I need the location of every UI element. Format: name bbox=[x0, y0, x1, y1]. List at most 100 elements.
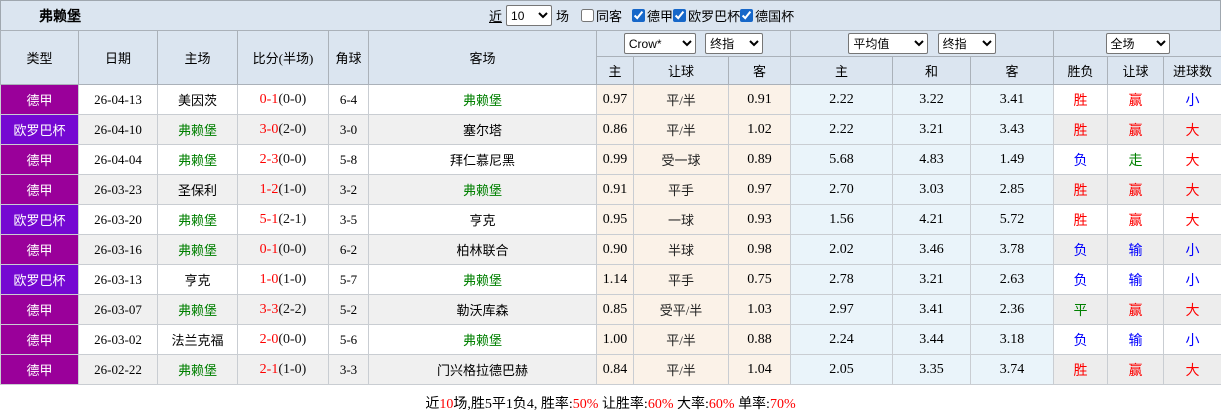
footer-stat: 10 bbox=[439, 397, 454, 412]
result-cell: 平 bbox=[1053, 294, 1109, 325]
result-cell: 负 bbox=[1053, 324, 1109, 355]
same-away-checkbox[interactable] bbox=[581, 9, 595, 22]
league-badge: 欧罗巴杯 bbox=[0, 114, 79, 145]
away-team-cell: 弗赖堡 bbox=[368, 174, 597, 205]
away-team-cell: 弗赖堡 bbox=[368, 264, 597, 295]
odds-home-cell: 0.84 bbox=[596, 354, 634, 385]
odds-handicap-cell: 平手 bbox=[633, 174, 729, 205]
recent-link[interactable]: 近 bbox=[489, 6, 502, 25]
date-cell: 26-04-10 bbox=[78, 114, 158, 145]
goals-result-cell: 小 bbox=[1163, 84, 1221, 115]
away-team-cell: 亨克 bbox=[368, 204, 597, 235]
score-cell: 3-3(2-2) bbox=[237, 294, 329, 325]
corner-cell: 5-7 bbox=[328, 264, 369, 295]
away-team-cell: 拜仁慕尼黑 bbox=[368, 144, 597, 175]
odds-home-cell: 1.14 bbox=[596, 264, 634, 295]
league-checkbox[interactable] bbox=[673, 9, 687, 22]
sub-header-result: 胜负 bbox=[1053, 56, 1109, 85]
corner-cell: 5-2 bbox=[328, 294, 369, 325]
league-checkbox[interactable] bbox=[740, 9, 754, 22]
date-cell: 26-03-07 bbox=[78, 294, 158, 325]
result-cell: 胜 bbox=[1053, 204, 1109, 235]
corner-cell: 3-0 bbox=[328, 114, 369, 145]
sub-header-handicap: 让球 bbox=[633, 56, 729, 85]
goals-result-cell: 大 bbox=[1163, 174, 1221, 205]
league-filter[interactable]: 欧罗巴杯 bbox=[673, 6, 740, 25]
matches-label: 场 bbox=[556, 9, 570, 24]
avg-home-cell: 1.56 bbox=[790, 204, 893, 235]
odds-away-cell: 0.88 bbox=[728, 324, 791, 355]
avg-home-cell: 2.24 bbox=[790, 324, 893, 355]
score-cell: 5-1(2-1) bbox=[237, 204, 329, 235]
league-badge: 德甲 bbox=[0, 324, 79, 355]
result-scope-header: 全场 bbox=[1053, 30, 1221, 57]
sub-header-goals: 进球数 bbox=[1163, 56, 1221, 85]
corner-cell: 5-6 bbox=[328, 324, 369, 355]
league-checkbox[interactable] bbox=[632, 9, 646, 22]
corner-cell: 3-2 bbox=[328, 174, 369, 205]
date-cell: 26-04-04 bbox=[78, 144, 158, 175]
match-table: 类型 日期 主场 比分(半场) 角球 客场 Crow* 终指 平均值 终指 全场 bbox=[0, 30, 1221, 385]
home-team-cell: 弗赖堡 bbox=[157, 114, 238, 145]
corner-cell: 5-8 bbox=[328, 144, 369, 175]
home-team-cell: 亨克 bbox=[157, 264, 238, 295]
avg-away-cell: 3.78 bbox=[969, 234, 1055, 265]
bookmaker-select[interactable]: Crow* bbox=[623, 33, 696, 54]
odds-away-cell: 0.97 bbox=[728, 174, 791, 205]
table-row: 德甲 26-04-13 美因茨 0-1(0-0) 6-4 弗赖堡 0.97 平/半 0.91 2.… bbox=[0, 84, 1221, 115]
avg-home-cell: 2.22 bbox=[790, 84, 893, 115]
page-title: 弗赖堡 bbox=[39, 9, 81, 25]
avg-away-cell: 2.85 bbox=[969, 174, 1055, 205]
goals-result-cell: 大 bbox=[1163, 114, 1221, 145]
odds-home-cell: 0.86 bbox=[596, 114, 634, 145]
league-badge: 德甲 bbox=[0, 84, 79, 115]
average-final-select[interactable]: 终指 bbox=[937, 33, 996, 54]
handicap-result-cell: 走 bbox=[1107, 144, 1165, 175]
date-cell: 26-02-22 bbox=[78, 354, 158, 385]
odds-handicap-cell: 平手 bbox=[633, 264, 729, 295]
handicap-result-cell: 输 bbox=[1107, 234, 1165, 265]
date-cell: 26-04-13 bbox=[78, 84, 158, 115]
odds-source-header: Crow* 终指 bbox=[596, 30, 791, 57]
filter-controls: 近 10 场 同客 德甲 欧罗巴杯 德国杯 bbox=[489, 1, 798, 30]
footer-stat: 让胜率: bbox=[598, 397, 648, 412]
corner-cell: 3-3 bbox=[328, 354, 369, 385]
average-select[interactable]: 平均值 bbox=[848, 33, 929, 54]
handicap-result-cell: 赢 bbox=[1107, 84, 1165, 115]
score-cell: 0-1(0-0) bbox=[237, 84, 329, 115]
avg-home-cell: 2.97 bbox=[790, 294, 893, 325]
odds-final-select[interactable]: 终指 bbox=[705, 33, 764, 54]
handicap-result-cell: 赢 bbox=[1107, 204, 1165, 235]
avg-draw-cell: 3.22 bbox=[892, 84, 971, 115]
score-cell: 2-0(0-0) bbox=[237, 324, 329, 355]
away-team-cell: 柏林联合 bbox=[368, 234, 597, 265]
recent-count-select[interactable]: 10 bbox=[506, 5, 553, 26]
odds-away-cell: 0.75 bbox=[728, 264, 791, 295]
odds-away-cell: 0.93 bbox=[728, 204, 791, 235]
odds-home-cell: 0.90 bbox=[596, 234, 634, 265]
league-filters: 德甲 欧罗巴杯 德国杯 bbox=[632, 6, 794, 25]
average-odds-header: 平均值 终指 bbox=[789, 30, 1055, 57]
score-cell: 2-3(0-0) bbox=[237, 144, 329, 175]
avg-draw-cell: 4.21 bbox=[892, 204, 971, 235]
league-badge: 德甲 bbox=[0, 234, 79, 265]
sub-header-avg-draw: 和 bbox=[892, 56, 971, 85]
odds-handicap-cell: 平/半 bbox=[633, 354, 729, 385]
home-team-cell: 法兰克福 bbox=[157, 324, 238, 355]
league-filter[interactable]: 德甲 bbox=[632, 6, 673, 25]
scope-select[interactable]: 全场 bbox=[1105, 33, 1170, 54]
handicap-result-cell: 赢 bbox=[1107, 174, 1165, 205]
table-row: 德甲 26-02-22 弗赖堡 2-1(1-0) 3-3 门兴格拉德巴赫 0.84 平/半 1.… bbox=[0, 354, 1221, 385]
league-filter[interactable]: 德国杯 bbox=[740, 6, 794, 25]
odds-handicap-cell: 平/半 bbox=[633, 84, 729, 115]
away-team-cell: 弗赖堡 bbox=[368, 324, 597, 355]
col-header-date: 日期 bbox=[78, 30, 158, 85]
date-cell: 26-03-16 bbox=[78, 234, 158, 265]
col-header-away: 客场 bbox=[368, 30, 597, 85]
same-away-filter[interactable]: 同客 bbox=[581, 6, 622, 25]
result-cell: 负 bbox=[1053, 234, 1109, 265]
avg-draw-cell: 3.46 bbox=[892, 234, 971, 265]
date-cell: 26-03-13 bbox=[78, 264, 158, 295]
match-history-panel: 弗赖堡 近 10 场 同客 德甲 欧罗巴杯 德国杯 类型 日期 主场 比分(半场… bbox=[0, 0, 1221, 416]
summary-footer: 近10场,胜5平1负4, 胜率:50% 让胜率:60% 大率:60% 单率:70… bbox=[0, 385, 1221, 416]
